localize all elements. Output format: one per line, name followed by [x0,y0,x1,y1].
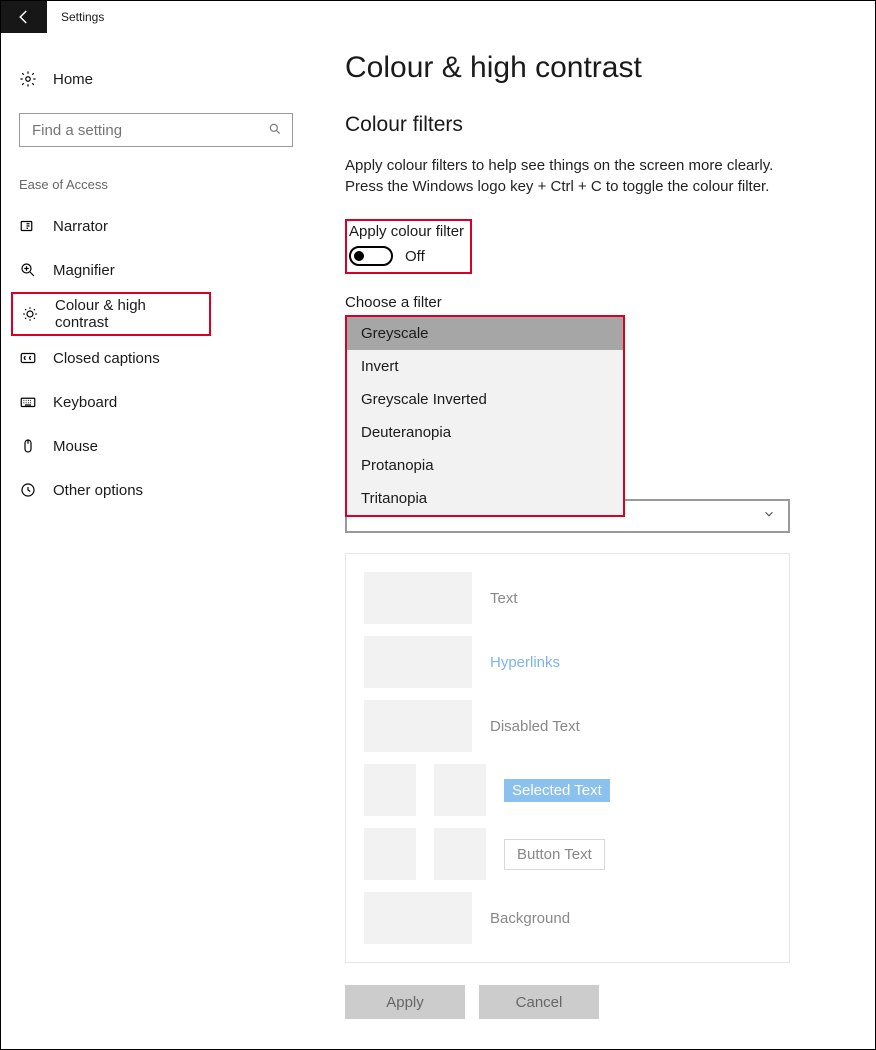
titlebar: Settings [1,1,875,33]
swatch-button-bg[interactable] [434,828,486,880]
sidebar-item-label: Keyboard [53,394,117,411]
search-box[interactable] [19,113,293,147]
swatch-hyperlinks[interactable] [364,636,472,688]
filter-option-deuteranopia[interactable]: Deuteranopia [347,416,623,449]
swatch-button-fg[interactable] [364,828,416,880]
sidebar-item-closed-captions[interactable]: Closed captions [11,336,301,380]
toggle-switch[interactable] [349,246,393,266]
mouse-icon [19,437,37,455]
sidebar-item-label: Closed captions [53,350,160,367]
high-contrast-preview: Text Hyperlinks Disabled Text Selected T… [345,553,790,963]
sidebar-item-label: Mouse [53,438,98,455]
window-title: Settings [61,10,104,24]
search-input[interactable] [30,121,268,140]
swatch-selected-fg[interactable] [364,764,416,816]
sidebar-home[interactable]: Home [11,57,301,101]
swatch-disabled-text[interactable] [364,700,472,752]
filter-option-greyscale-inverted[interactable]: Greyscale Inverted [347,383,623,416]
narrator-icon [19,217,37,235]
sidebar-item-keyboard[interactable]: Keyboard [11,380,301,424]
preview-label-text: Text [490,590,518,607]
filter-option-greyscale[interactable]: Greyscale [347,317,623,350]
closed-captions-icon [19,349,37,367]
brightness-icon [21,305,39,323]
cancel-button[interactable]: Cancel [479,985,599,1019]
sidebar-item-label: Magnifier [53,262,115,279]
sidebar-item-colour-high-contrast[interactable]: Colour & high contrast [11,292,211,336]
magnifier-icon [19,261,37,279]
swatch-text[interactable] [364,572,472,624]
chevron-down-icon [762,507,776,525]
toggle-label: Apply colour filter [349,223,464,240]
filter-option-protanopia[interactable]: Protanopia [347,449,623,482]
back-button[interactable] [1,1,47,33]
sidebar-item-magnifier[interactable]: Magnifier [11,248,301,292]
keyboard-icon [19,393,37,411]
toggle-state: Off [405,248,425,265]
sidebar: Home Ease of Access Narrator Magnifier [1,33,311,1049]
preview-label-hyperlinks: Hyperlinks [490,654,560,671]
sidebar-home-label: Home [53,71,93,88]
filter-option-invert[interactable]: Invert [347,350,623,383]
sidebar-item-label: Colour & high contrast [55,297,201,331]
sidebar-item-narrator[interactable]: Narrator [11,204,301,248]
sidebar-item-label: Narrator [53,218,108,235]
toggle-apply-colour-filter: Apply colour filter Off [345,219,472,274]
filter-dropdown[interactable]: Greyscale Invert Greyscale Inverted Deut… [345,315,625,517]
swatch-selected-bg[interactable] [434,764,486,816]
preview-label-disabled: Disabled Text [490,718,580,735]
sidebar-item-other-options[interactable]: Other options [11,468,301,512]
filter-option-tritanopia[interactable]: Tritanopia [347,482,623,515]
page-heading: Colour & high contrast [345,51,825,85]
preview-label-background: Background [490,910,570,927]
sidebar-item-mouse[interactable]: Mouse [11,424,301,468]
main-panel: Colour & high contrast Colour filters Ap… [311,33,875,1049]
section-heading: Colour filters [345,113,825,137]
search-icon [268,122,282,139]
preview-label-button: Button Text [504,839,605,870]
sidebar-item-label: Other options [53,482,143,499]
swatch-background[interactable] [364,892,472,944]
apply-button[interactable]: Apply [345,985,465,1019]
other-options-icon [19,481,37,499]
preview-label-selected: Selected Text [504,779,610,802]
section-description: Apply colour filters to help see things … [345,155,785,197]
choose-filter-label: Choose a filter [345,294,825,311]
gear-icon [19,70,37,88]
sidebar-category: Ease of Access [11,165,301,204]
